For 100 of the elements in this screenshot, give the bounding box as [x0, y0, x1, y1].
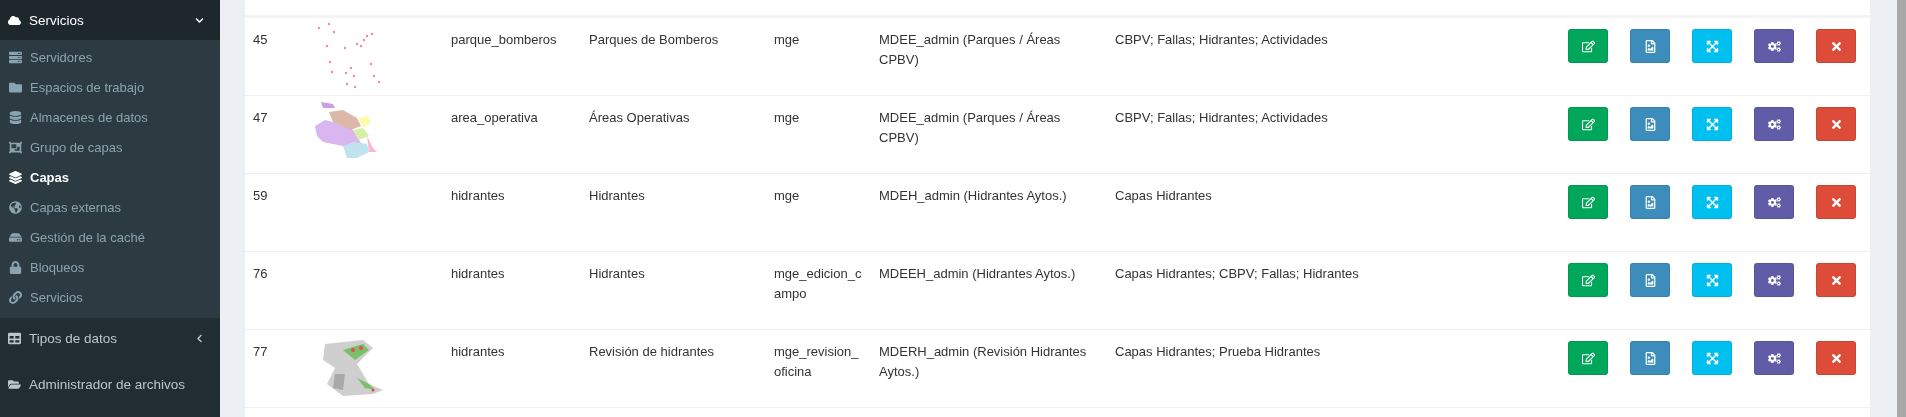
expand-button[interactable] [1692, 107, 1732, 141]
expand-button[interactable] [1692, 29, 1732, 63]
settings-button[interactable] [1754, 107, 1794, 141]
close-icon [1829, 195, 1843, 209]
keywords-cell-text: CBPV; Fallas; Hidrantes; Actividades [1114, 109, 1329, 127]
name-cell-text: hidrantes [450, 187, 506, 205]
id-cell-text: 47 [252, 109, 269, 127]
edit-button[interactable] [1568, 107, 1608, 141]
name-cell-text: parque_bomberos [450, 31, 558, 49]
expand-button[interactable] [1692, 185, 1732, 219]
folder-icon [8, 377, 21, 391]
close-icon [1829, 117, 1843, 131]
sidebar-item[interactable]: Servicios [0, 0, 220, 40]
edit-button[interactable] [1568, 185, 1608, 219]
expand-icon [1705, 39, 1719, 53]
settings-button[interactable] [1754, 185, 1794, 219]
title-cell-text: Parques de Bomberos [588, 31, 720, 49]
globe-icon [9, 200, 22, 214]
edit-button[interactable] [1568, 263, 1608, 297]
sidebar-subitem[interactable]: Grupo de capas [0, 132, 220, 162]
sidebar-subitem[interactable]: Espacios de trabajo [0, 72, 220, 102]
image-button[interactable] [1630, 29, 1670, 63]
close-icon [1829, 351, 1843, 365]
datastore-cell-text: MDERH_admin (Revisión Hidrantes Aytos.) [878, 343, 1088, 381]
settings-icon [1767, 117, 1781, 131]
datastore-cell-text: MDEE_admin (Parques / Áreas CPBV) [878, 31, 1062, 69]
image-button[interactable] [1630, 185, 1670, 219]
scrollbar[interactable] [1897, 0, 1906, 417]
datastore-cell-text: MDEE_admin (Parques / Áreas CPBV) [878, 109, 1062, 147]
group-icon [9, 140, 22, 154]
image-button[interactable] [1630, 341, 1670, 375]
close-icon [1829, 273, 1843, 287]
id-cell-text: 59 [252, 187, 269, 205]
database-icon [9, 110, 22, 124]
delete-button[interactable] [1816, 185, 1856, 219]
sidebar-subitem[interactable]: Gestión de la caché [0, 222, 220, 252]
image-file-icon [1643, 195, 1657, 209]
sidebar-subitem[interactable]: Capas [0, 162, 220, 192]
edit-icon [1581, 117, 1595, 131]
keywords-cell-text: Capas Hidrantes [1114, 187, 1213, 205]
close-icon [1829, 39, 1843, 53]
delete-button[interactable] [1816, 29, 1856, 63]
settings-button[interactable] [1754, 341, 1794, 375]
folder-icon [9, 80, 22, 94]
workspace-cell-text: mge [773, 109, 801, 127]
image-file-icon [1643, 117, 1657, 131]
title-cell-text: Revisión de hidrantes [588, 343, 716, 361]
name-cell-text: hidrantes [450, 265, 506, 283]
sidebar-subitem[interactable]: Almacenes de datos [0, 102, 220, 132]
settings-icon [1767, 195, 1781, 209]
workspace-cell-text: mge_edicion_campo [773, 265, 863, 303]
delete-button[interactable] [1816, 341, 1856, 375]
delete-button[interactable] [1816, 263, 1856, 297]
id-cell-text: 77 [252, 343, 269, 361]
edit-icon [1581, 351, 1595, 365]
lock-icon [9, 260, 22, 274]
workspace-cell-text: mge [773, 31, 801, 49]
image-button[interactable] [1630, 263, 1670, 297]
title-cell-text: Hidrantes [588, 265, 646, 283]
keywords-cell-text: CBPV; Fallas; Hidrantes; Actividades [1114, 31, 1329, 49]
keywords-cell-text: Capas Hidrantes; Prueba Hidrantes [1114, 343, 1322, 361]
link-icon [9, 290, 22, 304]
datastore-cell-text: MDEEH_admin (Hidrantes Aytos.) [878, 265, 1077, 283]
keywords-cell-text: Capas Hidrantes; CBPV; Fallas; Hidrantes [1114, 265, 1360, 283]
id-cell-text: 45 [252, 31, 269, 49]
datastore-cell-text: MDEH_admin (Hidrantes Aytos.) [878, 187, 1068, 205]
image-button[interactable] [1630, 107, 1670, 141]
edit-button[interactable] [1568, 341, 1608, 375]
title-cell-text: Áreas Operativas [588, 109, 691, 127]
sidebar-subitem[interactable]: Servidores [0, 42, 220, 72]
workspace-cell-text: mge [773, 187, 801, 205]
edit-icon [1581, 273, 1595, 287]
expand-button[interactable] [1692, 263, 1732, 297]
expand-icon [1705, 273, 1719, 287]
delete-button[interactable] [1816, 107, 1856, 141]
workspace-cell-text: mge_revision_oficina [773, 343, 860, 381]
chevron-left-icon [195, 333, 204, 343]
expand-button[interactable] [1692, 341, 1732, 375]
settings-button[interactable] [1754, 29, 1794, 63]
name-cell-text: area_operativa [450, 109, 539, 127]
layers-icon [9, 170, 22, 184]
expand-icon [1705, 117, 1719, 131]
sidebar-item[interactable]: Tipos de datos [0, 318, 220, 358]
server-icon [9, 50, 22, 64]
image-file-icon [1643, 273, 1657, 287]
edit-icon [1581, 39, 1595, 53]
expand-icon [1705, 351, 1719, 365]
image-file-icon [1643, 351, 1657, 365]
edit-icon [1581, 195, 1595, 209]
cloud-icon [8, 13, 21, 27]
sidebar-item[interactable]: Administrador de archivos [0, 364, 220, 404]
name-cell-text: hidrantes [450, 343, 506, 361]
table-icon [8, 331, 21, 345]
sidebar-subitem[interactable]: Bloqueos [0, 252, 220, 282]
drive-icon [9, 230, 22, 244]
sidebar-subitem[interactable]: Servicios [0, 282, 220, 312]
settings-button[interactable] [1754, 263, 1794, 297]
edit-button[interactable] [1568, 29, 1608, 63]
expand-icon [1705, 195, 1719, 209]
sidebar-subitem[interactable]: Capas externas [0, 192, 220, 222]
